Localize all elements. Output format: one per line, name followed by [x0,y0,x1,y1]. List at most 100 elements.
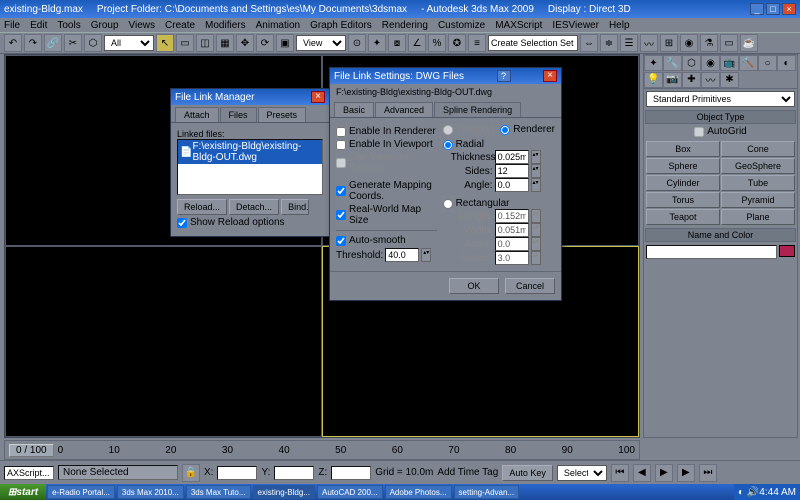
cancel-button[interactable]: Cancel [505,278,555,294]
scale-icon[interactable]: ▣ [276,34,294,52]
realworld-checkbox[interactable] [336,210,346,220]
render-frame-icon[interactable]: ▭ [720,34,738,52]
prev-frame-icon[interactable]: ◀ [633,464,651,482]
threshold-spinner[interactable]: ▴▾ [421,248,431,262]
move-icon[interactable]: ✥ [236,34,254,52]
thickness-input[interactable] [495,150,529,164]
x-input[interactable] [217,466,257,480]
schematic-icon[interactable]: ⊞ [660,34,678,52]
task-3dsmaxtuto[interactable]: 3ds Max Tuto... [186,485,251,499]
bind-icon[interactable]: ⬡ [84,34,102,52]
ref-coord[interactable]: View [296,35,346,51]
select-name-icon[interactable]: ▭ [176,34,194,52]
category-dropdown[interactable]: Standard Primitives [646,91,795,107]
helpers-icon[interactable]: ✚ [682,72,701,88]
display-tab-icon[interactable]: 📺 [720,55,739,71]
material-icon[interactable]: ◉ [680,34,698,52]
align-icon[interactable]: ≑ [600,34,618,52]
mirror-icon[interactable]: ⇔ [580,34,598,52]
goto-end-icon[interactable]: ⏭ [699,464,717,482]
render-setup-icon[interactable]: ⚗ [700,34,718,52]
dwg-tab-basic[interactable]: Basic [334,102,374,117]
unlink-icon[interactable]: ✂ [64,34,82,52]
task-3dsmax2010[interactable]: 3ds Max 2010... [117,485,184,499]
viewport-left[interactable] [5,246,322,437]
sides-input[interactable] [495,164,529,178]
y-input[interactable] [274,466,314,480]
object-name-input[interactable] [646,245,777,259]
render-icon[interactable]: ☕ [740,34,758,52]
lock-icon[interactable]: 🔒 [182,464,200,482]
menu-tools[interactable]: Tools [57,20,80,31]
radial-radio[interactable] [443,140,453,150]
menu-modifiers[interactable]: Modifiers [205,20,246,31]
menu-create[interactable]: Create [165,20,195,31]
cameras-icon[interactable]: 📷 [663,72,682,88]
plane-button[interactable]: Plane [721,209,795,225]
curve-editor-icon[interactable]: 〰 [640,34,658,52]
start-button[interactable]: ⊞ start [0,484,46,500]
menu-help[interactable]: Help [609,20,630,31]
menu-grapheditors[interactable]: Graph Editors [310,20,372,31]
snap-icon[interactable]: ⧇ [388,34,406,52]
color-swatch[interactable] [779,245,795,257]
selection-set-field[interactable] [488,35,578,51]
keymode-select[interactable]: Selected [557,465,607,481]
goto-start-icon[interactable]: ⏮ [611,464,629,482]
rotate-icon[interactable]: ⟳ [256,34,274,52]
next-frame-icon[interactable]: ▶ [677,464,695,482]
linked-file-item[interactable]: 📄F:\existing-Bldg\existing-Bldg-OUT.dwg [178,140,322,164]
menu-file[interactable]: File [4,20,20,31]
motion-tab-icon[interactable]: ◉ [701,55,720,71]
geosphere-button[interactable]: GeoSphere [721,158,795,174]
angle-input[interactable] [495,178,529,192]
layers-icon[interactable]: ☰ [620,34,638,52]
shapes-icon[interactable]: ◐ [777,55,796,71]
menu-animation[interactable]: Animation [256,20,300,31]
named-sel-icon[interactable]: ≡ [468,34,486,52]
minimize-button[interactable]: _ [750,3,764,15]
manipulate-icon[interactable]: ✦ [368,34,386,52]
cone-button[interactable]: Cone [721,141,795,157]
close-button[interactable]: × [782,3,796,15]
gen-coords-checkbox[interactable] [336,186,346,196]
z-input[interactable] [331,466,371,480]
lights-icon[interactable]: 💡 [644,72,663,88]
flm-close-button[interactable]: × [311,91,325,103]
spinner-snap-icon[interactable]: ✪ [448,34,466,52]
link-icon[interactable]: 🔗 [44,34,62,52]
threshold-input[interactable] [385,248,419,262]
name-color-rollout[interactable]: Name and Color [645,228,796,242]
rectangular-radio[interactable] [443,199,453,209]
angle-snap-icon[interactable]: ∠ [408,34,426,52]
systems-icon[interactable]: ✱ [720,72,739,88]
reload-button[interactable]: Reload... [177,199,227,215]
sphere-button[interactable]: Sphere [646,158,720,174]
cylinder-button[interactable]: Cylinder [646,175,720,191]
autosmooth-checkbox[interactable] [336,236,346,246]
redo-icon[interactable]: ↷ [24,34,42,52]
maxscript-field[interactable] [4,466,54,480]
bind-button[interactable]: Bind... [281,199,309,215]
create-tab-icon[interactable]: ✦ [644,55,663,71]
box-button[interactable]: Box [646,141,720,157]
menu-iesviewer[interactable]: IESViewer [552,20,599,31]
system-tray[interactable]: ◐ 🔊 4:44 AM [734,484,800,500]
dwg-tab-advanced[interactable]: Advanced [375,102,433,117]
select-icon[interactable]: ↖ [156,34,174,52]
task-photoshop[interactable]: Adobe Photos... [385,485,452,499]
menu-rendering[interactable]: Rendering [382,20,428,31]
object-type-rollout[interactable]: Object Type [645,110,796,124]
enable-renderer-checkbox[interactable] [336,127,346,137]
hierarchy-tab-icon[interactable]: ⬡ [682,55,701,71]
select-region-icon[interactable]: ◫ [196,34,214,52]
time-slider[interactable]: 0 / 100 [9,444,54,457]
angle-spinner[interactable]: ▴▾ [531,178,541,192]
menu-group[interactable]: Group [91,20,119,31]
task-eradio[interactable]: e-Radio Portal... [47,485,115,499]
dwg-help-button[interactable]: ? [497,70,511,82]
play-icon[interactable]: ▶ [655,464,673,482]
selection-filter[interactable]: All [104,35,154,51]
flm-tab-files[interactable]: Files [220,107,257,122]
menu-views[interactable]: Views [129,20,156,31]
